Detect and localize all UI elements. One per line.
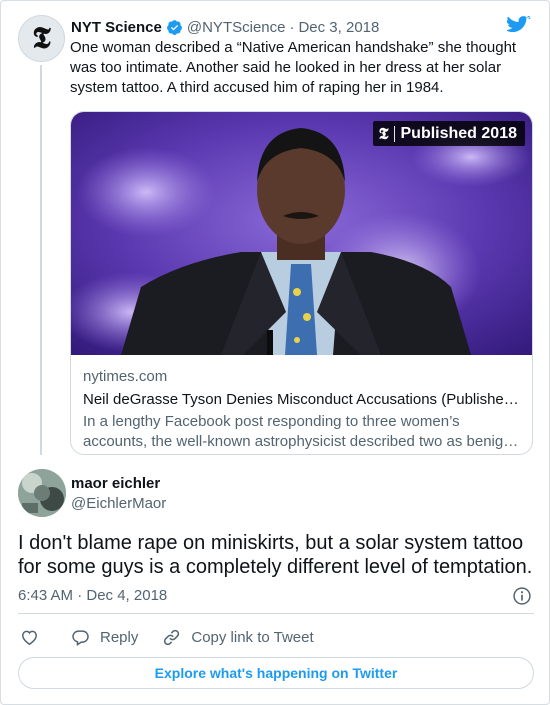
quoted-tweet-header: NYT Science @NYTScience · Dec 3, 2018 xyxy=(71,16,379,38)
quoted-tweet-text: One woman described a “Native American h… xyxy=(70,39,517,96)
reply-author-handle[interactable]: @EichlerMaor xyxy=(71,495,166,512)
reply-button[interactable]: Reply xyxy=(71,628,138,647)
tweet-date[interactable]: Dec 3, 2018 xyxy=(298,19,379,36)
nyt-badge-logo-icon: 𝕿 xyxy=(378,123,389,143)
reply-author-name[interactable]: maor eichler xyxy=(71,475,160,492)
article-image: 𝕿 Published 2018 xyxy=(71,112,532,355)
like-button[interactable] xyxy=(20,628,39,647)
separator-dot: · xyxy=(289,18,295,36)
embedded-tweet: 𝕿 NYT Science @NYTScience · Dec 3, 2018 … xyxy=(0,0,550,705)
author-name[interactable]: NYT Science xyxy=(71,19,162,36)
divider xyxy=(18,613,534,614)
link-preview-card[interactable]: 𝕿 Published 2018 nytimes.com Neil deGras… xyxy=(70,111,533,455)
info-icon[interactable] xyxy=(512,586,532,606)
copy-link-button[interactable]: Copy link to Tweet xyxy=(162,628,314,647)
published-label: Published 2018 xyxy=(400,124,518,142)
card-description-line: In a lengthy Facebook post responding to… xyxy=(83,413,460,430)
card-domain: nytimes.com xyxy=(83,368,168,385)
explore-twitter-button[interactable]: Explore what's happening on Twitter xyxy=(18,657,534,689)
thread-connector-line xyxy=(40,65,42,455)
copy-link-label: Copy link to Tweet xyxy=(191,628,314,646)
reply-tweet-text: I don't blame rape on miniskirts, but a … xyxy=(18,532,533,578)
author-handle[interactable]: @NYTScience xyxy=(187,19,286,36)
action-bar: Reply Copy link to Tweet xyxy=(20,627,314,647)
reply-avatar[interactable] xyxy=(18,469,66,517)
nyt-logo-icon: 𝕿 xyxy=(32,21,51,56)
link-icon xyxy=(164,629,180,645)
reply-timestamp[interactable]: 6:43 AM · Dec 4, 2018 xyxy=(18,587,167,604)
reply-bubble-icon xyxy=(72,629,89,646)
verified-badge-icon xyxy=(166,19,183,36)
reply-label: Reply xyxy=(100,628,139,646)
card-description-line: accounts, the well-known astrophysicist … xyxy=(83,433,519,450)
card-description: In a lengthy Facebook post responding to… xyxy=(83,412,523,452)
card-meta: nytimes.com Neil deGrasse Tyson Denies M… xyxy=(83,367,523,452)
published-badge: 𝕿 Published 2018 xyxy=(372,121,525,146)
badge-separator xyxy=(393,125,395,142)
twitter-bird-icon[interactable] xyxy=(507,16,531,36)
nyt-avatar[interactable]: 𝕿 xyxy=(18,15,65,62)
heart-icon xyxy=(22,630,37,645)
card-title[interactable]: Neil deGrasse Tyson Denies Misconduct Ac… xyxy=(83,390,523,410)
